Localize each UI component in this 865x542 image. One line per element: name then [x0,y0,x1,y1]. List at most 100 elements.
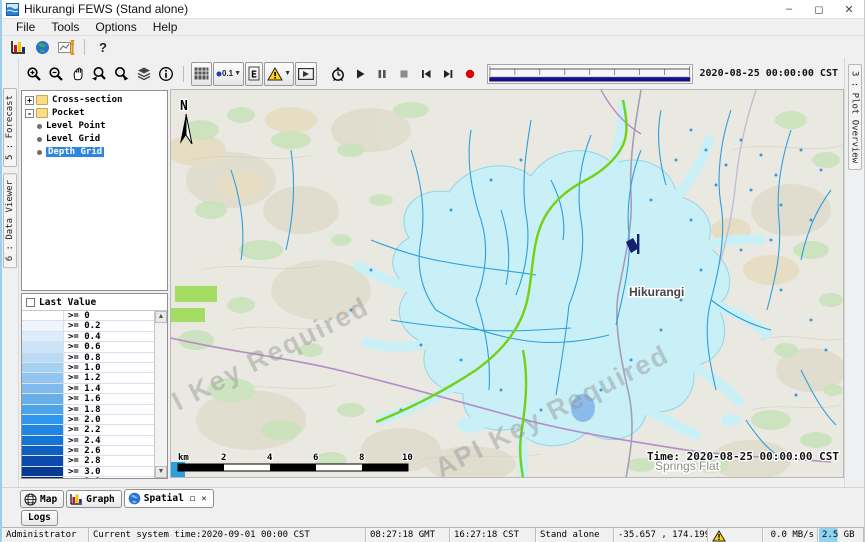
legend-swatch [22,446,64,455]
legend-swatch [22,342,64,351]
pan-hand-icon[interactable] [67,63,88,85]
last-value-checkbox[interactable] [26,298,35,307]
legend-row[interactable]: >= 0.8 [22,353,154,363]
help-button[interactable]: ? [91,37,115,57]
toolbar-separator [84,39,85,55]
legend-label: >= 3.2 [64,477,154,478]
zoom-out-icon[interactable] [45,63,66,85]
node-bullet-icon [37,124,42,129]
legend-row[interactable]: >= 2.4 [22,436,154,446]
minimize-button[interactable]: – [774,0,804,18]
legend-row[interactable]: >= 2.8 [22,456,154,466]
legend-row[interactable]: >= 1.2 [22,373,154,383]
dock-tab-data-viewer[interactable]: 6 : Data Viewer [3,173,17,268]
status-warning-icon[interactable] [708,528,763,542]
time-slider[interactable] [487,64,693,84]
legend-label: >= 1.6 [64,394,154,403]
zoom-previous-icon[interactable] [89,63,110,85]
last-value-label: Last Value [39,297,96,308]
tree-item-label: Depth Grid [46,147,104,157]
stop-icon[interactable] [393,63,414,85]
status-network-speed: 0.0 MB/s [763,528,818,542]
legend-swatch [22,436,64,445]
animation-dialog-button[interactable] [295,62,317,86]
tab-graph[interactable]: Graph [66,490,122,508]
scroll-down-icon[interactable]: ▼ [155,466,167,478]
play-icon[interactable] [349,63,370,85]
close-panel-icon[interactable]: ✕ [201,494,206,504]
legend-row[interactable]: >= 2.0 [22,415,154,425]
legend-swatch [22,456,64,465]
tree-item-cross-section[interactable]: + Cross-section [23,94,166,106]
tree-item-depth-grid[interactable]: Depth Grid [23,146,166,158]
pause-icon[interactable] [371,63,392,85]
dock-tab-forecast[interactable]: 5 : Forecast [3,88,17,167]
legend-label: >= 1.2 [64,373,154,382]
tree-expander-icon[interactable]: - [25,109,34,118]
layers-icon[interactable] [133,63,154,85]
timer-icon[interactable] [327,63,348,85]
grid-display-button[interactable] [191,62,212,86]
timeline-date: 2020-08-25 00:00:00 CST [700,68,838,79]
tree-item-level-point[interactable]: Level Point [23,120,166,132]
menu-options[interactable]: Options [87,20,144,34]
legend-row[interactable]: >= 3.0 [22,467,154,477]
toolbar-separator [183,66,184,82]
legend-row[interactable]: >= 0 [22,311,154,321]
label-toggle-button[interactable]: E [245,62,263,86]
contour-value-dropdown[interactable]: 0.1 ▼ [213,62,244,86]
legend-row[interactable]: >= 2.6 [22,446,154,456]
zoom-next-icon[interactable] [111,63,132,85]
legend-label: >= 2.6 [64,446,154,455]
right-dock-strip: 3 : Plot Overview [844,58,864,487]
legend-scrollbar[interactable]: ▲ ▼ [154,311,167,478]
menu-tools[interactable]: Tools [43,20,87,34]
menu-help[interactable]: Help [145,20,186,34]
zoom-in-icon[interactable] [23,63,44,85]
chevron-down-icon: ▼ [234,70,241,77]
close-button[interactable]: ✕ [834,0,864,18]
legend-row[interactable]: >= 0.4 [22,332,154,342]
tab-spatial[interactable]: Spatial ◻ ✕ [124,489,214,508]
timeseries-dialog-icon[interactable] [54,37,78,57]
legend-row[interactable]: >= 3.2 [22,477,154,478]
explorer-icon[interactable] [6,37,30,57]
svg-text:N: N [180,99,188,114]
map-canvas[interactable]: API Key Required API Key Required Hikura… [170,89,844,478]
skip-to-end-icon[interactable] [437,63,458,85]
status-cst-time: 16:27:18 CST [450,528,536,542]
legend-label: >= 2.0 [64,415,154,424]
info-icon[interactable] [155,63,176,85]
map-globe-icon[interactable] [30,37,54,57]
title-bar: Hikurangi FEWS (Stand alone) – ◻ ✕ [2,0,864,19]
legend-row[interactable]: >= 1.8 [22,405,154,415]
scroll-up-icon[interactable]: ▲ [155,311,167,323]
float-panel-icon[interactable]: ◻ [190,494,195,504]
legend-row[interactable]: >= 2.2 [22,425,154,435]
logs-button[interactable]: Logs [21,510,58,526]
tree-item-pocket[interactable]: -Pocket [23,107,166,119]
tab-map[interactable]: Map [20,490,64,508]
tree-item-level-grid[interactable]: Level Grid [23,133,166,145]
tree-item-label: Cross-section [52,95,122,105]
record-icon[interactable] [459,63,480,85]
dock-tab-plot-overview[interactable]: 3 : Plot Overview [848,64,862,170]
tree-expander-icon[interactable]: + [25,96,34,105]
svg-text:10: 10 [402,453,413,463]
svg-text:8: 8 [359,453,364,463]
menu-file[interactable]: File [8,20,43,34]
folder-icon [36,95,48,105]
legend-row[interactable]: >= 0.6 [22,342,154,352]
legend-row[interactable]: >= 1.0 [22,363,154,373]
maximize-button[interactable]: ◻ [804,0,834,18]
legend-row[interactable]: >= 1.6 [22,394,154,404]
tree-item-label: Level Grid [46,134,100,144]
legend-swatch [22,311,64,320]
legend-row[interactable]: >= 0.2 [22,321,154,331]
svg-text:E: E [251,70,257,81]
legend-swatch [22,384,64,393]
app-logo-icon [6,3,19,16]
warning-threshold-dropdown[interactable]: ▼ [264,62,294,86]
legend-row[interactable]: >= 1.4 [22,384,154,394]
skip-to-start-icon[interactable] [415,63,436,85]
